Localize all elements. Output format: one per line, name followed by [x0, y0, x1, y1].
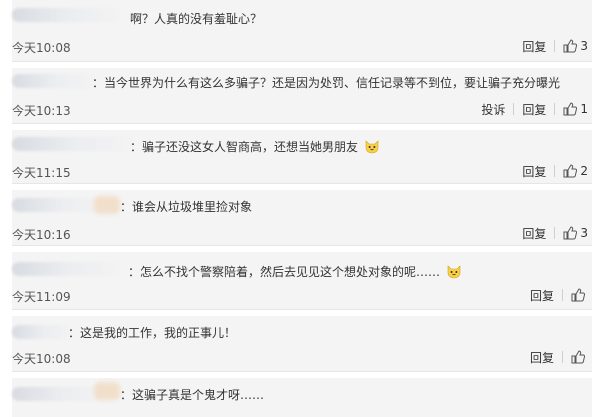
comment-item: ：这骗子真是个鬼才呀……	[12, 378, 592, 417]
blurred-avatar	[94, 382, 120, 400]
comment-item: ：当今世界为什么有这么多骗子？还是因为处罚、信任记录等不到位，要让骗子充分曝光 …	[12, 68, 592, 124]
reply-button[interactable]: 回复	[522, 225, 546, 242]
blurred-username	[12, 8, 124, 22]
comment-text: ：骗子还没这女人智商高，还想当她男朋友	[130, 138, 380, 154]
divider	[12, 183, 592, 184]
blurred-username	[12, 74, 96, 88]
comment-time: 今天10:13	[12, 104, 71, 118]
comment-text: ：谁会从垃圾堆里捡对象	[120, 200, 252, 214]
comment-item: ：这是我的工作，我的正事儿！ 今天10:08 回复	[12, 316, 592, 372]
comment-list: 啊？人真的没有羞耻心？ 今天10:08 回复 3 ：当今世界为什么有这么多骗子？…	[0, 0, 604, 417]
reply-button[interactable]: 回复	[522, 163, 546, 180]
laughing-cat-emoji	[446, 263, 462, 279]
thumbs-up-icon	[563, 226, 578, 240]
divider	[12, 123, 592, 124]
like-button[interactable]: 1	[563, 102, 588, 116]
comment-actions: 回复 3	[522, 225, 588, 241]
comment-text-content: ：怎么不找个警察陪着，然后去见见这个想处对象的呢……	[128, 265, 441, 279]
like-button[interactable]: 2	[563, 164, 588, 178]
thumbs-up-icon	[563, 39, 578, 53]
comment-actions: 回复 2	[522, 163, 588, 179]
separator	[554, 103, 556, 115]
comment-item: 啊？人真的没有羞耻心？ 今天10:08 回复 3	[12, 0, 592, 62]
divider	[12, 245, 592, 246]
divider	[12, 61, 592, 62]
comment-time: 今天11:09	[12, 290, 71, 304]
comment-time: 今天11:15	[12, 166, 71, 180]
like-button[interactable]	[571, 288, 588, 302]
comment-time: 今天10:08	[12, 352, 71, 366]
comment-text-content: ：当今世界为什么有这么多骗子？还是因为处罚、信任记录等不到位，要让骗子充分曝光	[92, 76, 561, 90]
report-button[interactable]: 投诉	[481, 101, 505, 118]
comment-actions: 回复 3	[522, 38, 588, 54]
separator	[554, 165, 556, 177]
divider	[12, 309, 592, 310]
like-count: 2	[580, 164, 588, 178]
comment-actions: 回复	[530, 349, 588, 365]
separator	[554, 227, 556, 239]
like-button[interactable]: 3	[563, 39, 588, 53]
reply-button[interactable]: 回复	[530, 349, 554, 366]
comment-time: 今天10:16	[12, 228, 71, 242]
comment-meta: 今天10:08 回复	[12, 349, 592, 366]
like-button[interactable]	[571, 350, 588, 364]
comment-text: ：这骗子真是个鬼才呀……	[120, 388, 264, 402]
like-button[interactable]: 3	[563, 226, 588, 240]
comment-meta: 今天10:13 投诉 回复 1	[12, 101, 592, 118]
blurred-avatar	[94, 196, 120, 214]
separator	[513, 103, 515, 115]
reply-button[interactable]: 回复	[522, 38, 546, 55]
like-count: 3	[580, 39, 588, 53]
reply-button[interactable]: 回复	[522, 101, 546, 118]
laughing-cat-emoji	[364, 138, 380, 154]
like-count: 3	[580, 226, 588, 240]
separator	[562, 351, 563, 363]
like-count: 1	[580, 102, 588, 116]
comment-item: ：怎么不找个警察陪着，然后去见见这个想处对象的呢…… 今天11:09 回复	[12, 252, 592, 310]
comment-text: ：这是我的工作，我的正事儿！	[68, 326, 236, 340]
thumbs-up-icon	[571, 350, 585, 364]
reply-button[interactable]: 回复	[530, 287, 554, 304]
comment-time: 今天10:08	[12, 41, 71, 55]
comment-meta: 今天10:08 回复 3	[12, 38, 592, 55]
comment-actions: 回复	[530, 287, 588, 303]
comment-text-content: ：这骗子真是个鬼才呀……	[120, 388, 265, 402]
separator	[562, 289, 563, 301]
comment-meta: 今天11:09 回复	[12, 287, 592, 304]
comment-meta: 今天11:15 回复 2	[12, 163, 592, 180]
separator	[554, 40, 556, 52]
blurred-username	[12, 325, 74, 339]
comment-text-content: 啊？人真的没有羞耻心？	[130, 12, 263, 26]
comment-actions: 投诉 回复 1	[481, 101, 588, 117]
blurred-username	[12, 262, 122, 276]
thumbs-up-icon	[563, 164, 578, 178]
comment-text-content: ：谁会从垃圾堆里捡对象	[120, 200, 253, 214]
blurred-username	[12, 137, 136, 151]
comment-text-content: ：这是我的工作，我的正事儿！	[68, 326, 237, 340]
divider	[12, 371, 592, 372]
comment-text: ：怎么不找个警察陪着，然后去见见这个想处对象的呢……	[128, 263, 462, 279]
thumbs-up-icon	[571, 288, 585, 302]
comment-text: ：当今世界为什么有这么多骗子？还是因为处罚、信任记录等不到位，要让骗子充分曝光	[92, 76, 560, 90]
comment-item: ：骗子还没这女人智商高，还想当她男朋友 今天11:15 回复 2	[12, 130, 592, 184]
comment-text: 啊？人真的没有羞耻心？	[130, 12, 262, 26]
comment-meta: 今天10:16 回复 3	[12, 225, 592, 242]
comment-text-content: ：骗子还没这女人智商高，还想当她男朋友	[130, 140, 359, 154]
comment-item: ：谁会从垃圾堆里捡对象 今天10:16 回复 3	[12, 190, 592, 246]
thumbs-up-icon	[563, 102, 578, 116]
